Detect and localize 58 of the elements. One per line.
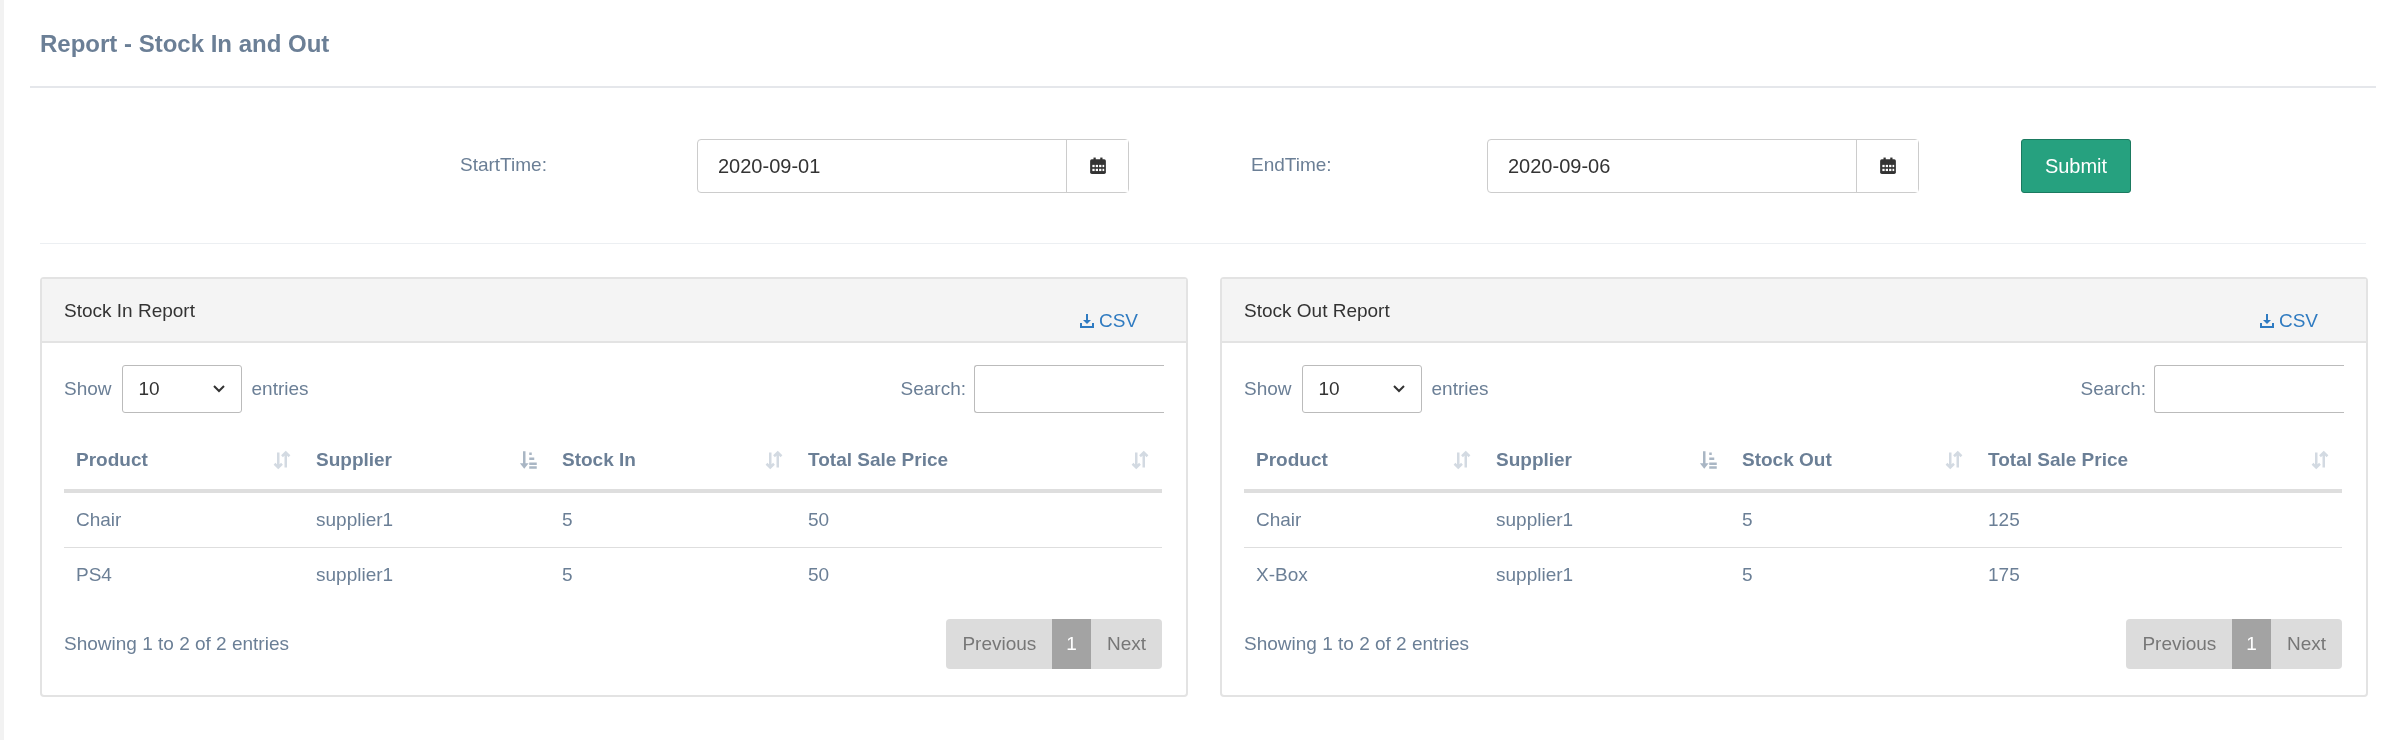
page-number-button[interactable]: 1 xyxy=(2232,619,2271,669)
show-label: Show xyxy=(1244,376,1292,401)
previous-button[interactable]: Previous xyxy=(946,629,1053,659)
column-header[interactable]: Stock Out xyxy=(1730,431,1976,491)
table-cell: 125 xyxy=(1976,491,2342,547)
next-button[interactable]: Next xyxy=(2270,629,2342,659)
chevron-down-icon xyxy=(1392,385,1405,393)
column-header[interactable]: Product xyxy=(1244,431,1484,491)
calendar-icon xyxy=(1088,156,1107,175)
table-cell: Chair xyxy=(64,491,304,547)
table-cell: 175 xyxy=(1976,547,2342,603)
table-cell: 5 xyxy=(1730,491,1976,547)
table-cell: 50 xyxy=(796,491,1162,547)
column-header[interactable]: Supplier xyxy=(1484,431,1730,491)
column-header[interactable]: Product xyxy=(64,431,304,491)
page-number-button[interactable]: 1 xyxy=(1052,619,1091,669)
chevron-down-icon xyxy=(212,385,225,393)
field-label: StartTime: xyxy=(460,153,548,178)
table-cell: 5 xyxy=(550,547,796,603)
search-field[interactable] xyxy=(2154,365,2344,413)
search-label: Search: xyxy=(2080,376,2146,401)
table-cell: supplier1 xyxy=(1484,547,1730,603)
submit-button[interactable]: Submit xyxy=(2021,138,2131,193)
panel-title: Stock Out Report xyxy=(1244,299,1390,323)
table-cell: supplier1 xyxy=(304,491,550,547)
column-header[interactable]: Total Sale Price xyxy=(796,431,1162,491)
search-field[interactable] xyxy=(974,365,1164,413)
column-header[interactable]: Supplier xyxy=(304,431,550,491)
column-header[interactable]: Stock In xyxy=(550,431,796,491)
previous-button[interactable]: Previous xyxy=(2126,629,2233,659)
date-field[interactable]: 2020-09-01 xyxy=(697,138,1129,193)
table-info-text: Showing 1 to 2 of 2 entries xyxy=(64,631,289,656)
table-cell: 5 xyxy=(1730,547,1976,603)
date-field[interactable]: 2020-09-06 xyxy=(1487,138,1919,193)
table-info-text: Showing 1 to 2 of 2 entries xyxy=(1244,631,1469,656)
column-header[interactable]: Total Sale Price xyxy=(1976,431,2342,491)
entries-label: entries xyxy=(1431,376,1489,401)
panel-title: Stock In Report xyxy=(64,299,195,323)
field-label: EndTime: xyxy=(1251,153,1333,178)
download-icon xyxy=(2258,313,2275,330)
next-button[interactable]: Next xyxy=(1090,629,1162,659)
table-cell: supplier1 xyxy=(1484,491,1730,547)
page-title: Report - Stock In and Out xyxy=(40,29,330,59)
page-size-select[interactable]: 10 xyxy=(121,365,242,413)
entries-label: entries xyxy=(251,376,309,401)
csv-download-link[interactable]: CSV xyxy=(1078,307,1138,336)
show-label: Show xyxy=(64,376,112,401)
csv-download-link[interactable]: CSV xyxy=(2258,307,2318,336)
calendar-icon xyxy=(1878,156,1897,175)
table-cell: Chair xyxy=(1244,491,1484,547)
table-cell: supplier1 xyxy=(304,547,550,603)
table-cell: 5 xyxy=(550,491,796,547)
download-icon xyxy=(1078,313,1095,330)
table-cell: 50 xyxy=(796,547,1162,603)
page-size-select[interactable]: 10 xyxy=(1301,365,1422,413)
search-label: Search: xyxy=(900,376,966,401)
table-cell: PS4 xyxy=(64,547,304,603)
table-cell: X-Box xyxy=(1244,547,1484,603)
